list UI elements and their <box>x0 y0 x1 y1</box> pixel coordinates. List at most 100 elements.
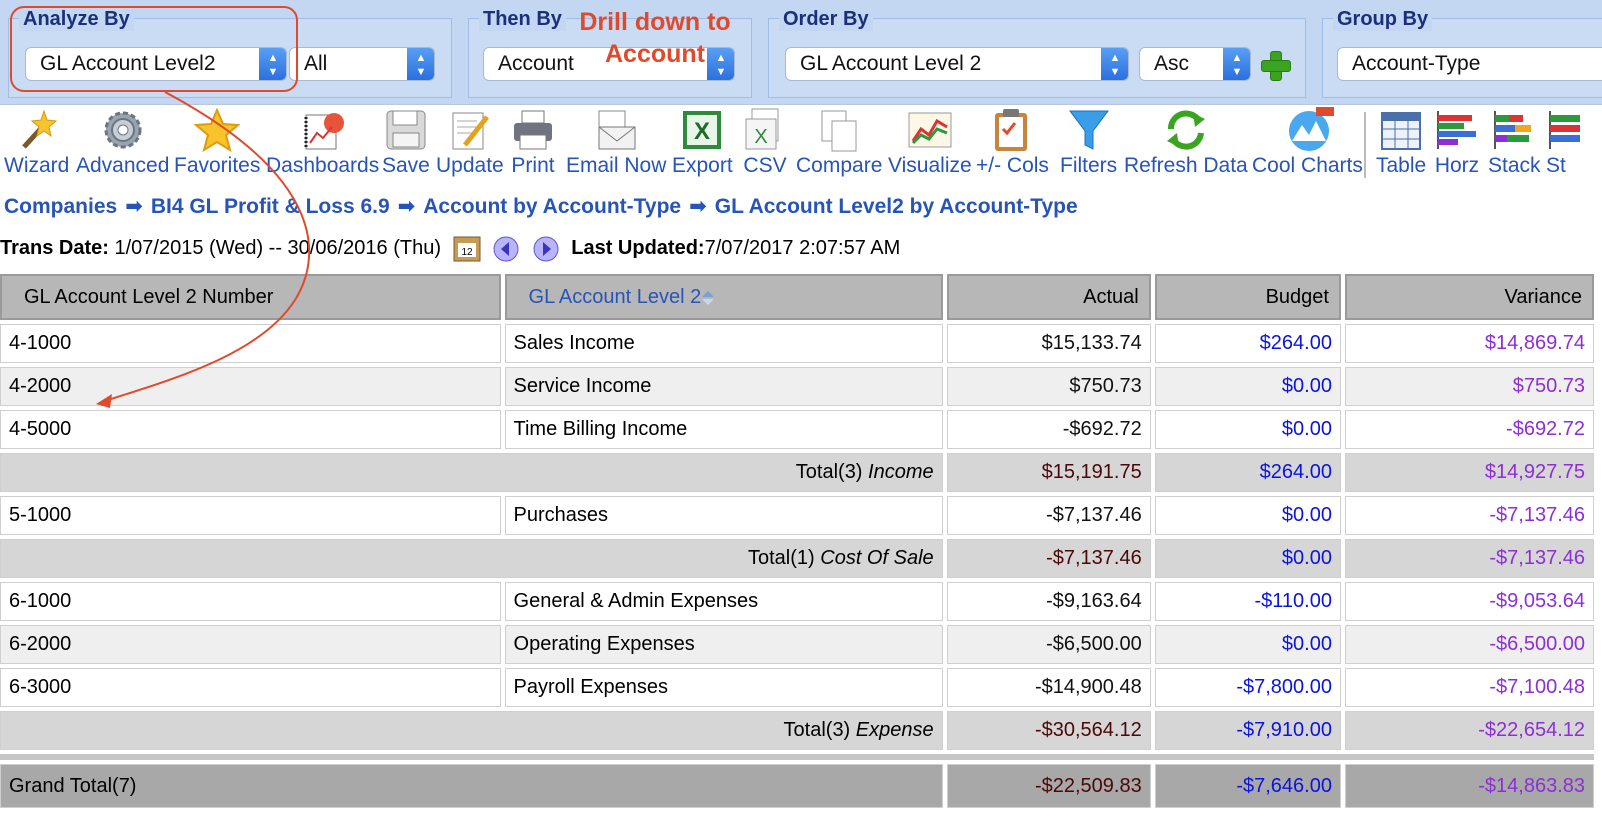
group-by-select[interactable]: Account-Type <box>1337 47 1602 81</box>
breadcrumb-companies[interactable]: Companies <box>4 195 117 218</box>
cell-account-name[interactable]: Service Income <box>504 367 943 406</box>
toolbar-update[interactable]: Update <box>436 107 504 179</box>
order-by-value: GL Account Level 2 <box>800 52 982 75</box>
table-row[interactable]: 5-1000 Purchases -$7,137.46 $0.00 -$7,13… <box>0 496 1594 535</box>
calendar-icon[interactable]: 12 <box>453 235 481 263</box>
group-by-label: Group By <box>1333 7 1433 31</box>
trans-date-range: 1/07/2015 (Wed) -- 30/06/2016 (Thu) <box>114 237 441 259</box>
top-control-bar: Analyze By GL Account Level2 ▲ ▼ All ▲ ▼ T… <box>0 0 1602 104</box>
toolbar-compare[interactable]: Compare <box>796 107 882 179</box>
group-by-value: Account-Type <box>1352 52 1481 75</box>
cell-account-number[interactable]: 4-2000 <box>0 367 501 406</box>
toolbar-label: Table <box>1376 154 1427 177</box>
toolbar-stack[interactable]: Stack <box>1488 107 1541 179</box>
table-row[interactable]: 4-2000 Service Income $750.73 $0.00 $750… <box>0 367 1594 406</box>
date-bar: Trans Date: 1/07/2015 (Wed) -- 30/06/201… <box>0 234 900 264</box>
last-updated-value: 7/07/2017 2:07:57 AM <box>704 237 901 259</box>
toolbar-label: +/- Cols <box>976 154 1049 177</box>
table-row[interactable]: 4-5000 Time Billing Income -$692.72 $0.0… <box>0 410 1594 449</box>
toolbar-export[interactable]: X Export <box>672 107 733 179</box>
toolbar-horz[interactable]: Horz <box>1434 107 1480 179</box>
cell-account-name[interactable]: General & Admin Expenses <box>504 582 943 621</box>
subtotal-actual: -$30,564.12 <box>946 711 1151 750</box>
toolbar-wizard[interactable]: Wizard <box>4 107 69 179</box>
cell-account-number[interactable]: 6-3000 <box>0 668 501 707</box>
toolbar-visualize[interactable]: Visualize <box>888 107 972 179</box>
analyze-filter-select[interactable]: All ▲ ▼ <box>289 47 435 81</box>
order-by-select[interactable]: GL Account Level 2 ▲ ▼ <box>785 47 1129 81</box>
table-row[interactable]: 6-2000 Operating Expenses -$6,500.00 $0.… <box>0 625 1594 664</box>
stacked-bar-icon <box>1491 107 1537 153</box>
toolbar-refresh-data[interactable]: Refresh Data <box>1124 107 1248 179</box>
subtotal-budget: $264.00 <box>1154 453 1341 492</box>
cell-account-number[interactable]: 4-1000 <box>0 324 501 363</box>
toolbar-email-now[interactable]: Email Now <box>566 107 666 179</box>
cell-budget: -$110.00 <box>1154 582 1341 621</box>
toolbar-label: Print <box>511 154 555 177</box>
cool-charts-icon <box>1284 107 1335 153</box>
breadcrumb-account-type[interactable]: Account by Account-Type <box>423 195 681 218</box>
toolbar-label: St <box>1546 154 1566 177</box>
cell-budget: $0.00 <box>1154 410 1341 449</box>
cell-actual: -$6,500.00 <box>946 625 1151 664</box>
toolbar-advanced[interactable]: Advanced <box>76 107 169 179</box>
cell-account-number[interactable]: 6-1000 <box>0 582 501 621</box>
header-budget[interactable]: Budget <box>1154 274 1341 320</box>
add-order-plus-icon[interactable] <box>1259 49 1291 81</box>
next-period-icon[interactable] <box>532 235 560 263</box>
cell-variance: -$6,500.00 <box>1344 625 1594 664</box>
toolbar-cols[interactable]: +/- Cols <box>976 107 1049 179</box>
cell-account-number[interactable]: 6-2000 <box>0 625 501 664</box>
cell-account-name[interactable]: Sales Income <box>504 324 943 363</box>
cell-account-number[interactable]: 5-1000 <box>0 496 501 535</box>
toolbar-print[interactable]: Print <box>510 107 556 179</box>
breadcrumb-current[interactable]: GL Account Level2 by Account-Type <box>715 195 1078 218</box>
updown-arrow-icon: ▲ ▼ <box>407 48 434 80</box>
header-account-name[interactable]: GL Account Level 2 <box>504 274 943 320</box>
header-actual[interactable]: Actual <box>946 274 1151 320</box>
sort-icon <box>701 289 715 306</box>
toolbar-label: Refresh Data <box>1124 154 1248 177</box>
cell-account-name[interactable]: Purchases <box>504 496 943 535</box>
header-variance[interactable]: Variance <box>1344 274 1594 320</box>
grand-total-variance: -$14,863.83 <box>1344 764 1594 808</box>
toolbar-cool-charts[interactable]: Cool Charts <box>1252 107 1363 179</box>
subtotal-group: Expense <box>855 719 934 741</box>
edit-icon <box>447 107 493 153</box>
arrow-right-icon: ➡ <box>125 195 143 218</box>
cell-variance: -$7,137.46 <box>1344 496 1594 535</box>
table-row[interactable]: 6-3000 Payroll Expenses -$14,900.48 -$7,… <box>0 668 1594 707</box>
subtotal-budget: $0.00 <box>1154 539 1341 578</box>
toolbar-label: Visualize <box>888 154 972 177</box>
horizontal-bar-icon <box>1434 107 1480 153</box>
toolbar-label: Stack <box>1488 154 1541 177</box>
previous-period-icon[interactable] <box>492 235 520 263</box>
table-row[interactable]: 6-1000 General & Admin Expenses -$9,163.… <box>0 582 1594 621</box>
subtotal-row: Total(1) Cost Of Sale -$7,137.46 $0.00 -… <box>0 539 1594 578</box>
table-row[interactable]: 4-1000 Sales Income $15,133.74 $264.00 $… <box>0 324 1594 363</box>
toolbar-csv[interactable]: X CSV <box>742 107 788 179</box>
toolbar-favorites[interactable]: Favorites <box>174 107 260 179</box>
grand-total-actual: -$22,509.83 <box>946 764 1151 808</box>
toolbar-dashboards[interactable]: Dashboards <box>266 107 379 179</box>
toolbar-save[interactable]: Save <box>382 107 430 179</box>
breadcrumb-report[interactable]: BI4 GL Profit & Loss 6.9 <box>151 195 390 218</box>
copy-icon <box>816 107 862 153</box>
toolbar-filters[interactable]: Filters <box>1060 107 1117 179</box>
cell-account-name[interactable]: Payroll Expenses <box>504 668 943 707</box>
toolbar-table[interactable]: Table <box>1376 107 1426 179</box>
cell-budget: $264.00 <box>1154 324 1341 363</box>
cell-budget: $0.00 <box>1154 367 1341 406</box>
sort-direction-select[interactable]: Asc ▲ ▼ <box>1139 47 1251 81</box>
grand-total-budget: -$7,646.00 <box>1154 764 1341 808</box>
toolbar-st[interactable]: St <box>1546 107 1602 179</box>
subtotal-count: Total(3) <box>783 719 851 741</box>
header-account-number[interactable]: GL Account Level 2 Number <box>0 274 501 320</box>
last-updated-label: Last Updated: <box>571 237 705 259</box>
cell-account-name[interactable]: Operating Expenses <box>504 625 943 664</box>
cell-account-name[interactable]: Time Billing Income <box>504 410 943 449</box>
cell-actual: $750.73 <box>946 367 1151 406</box>
cell-actual: -$9,163.64 <box>946 582 1151 621</box>
toolbar-label: Compare <box>796 154 883 177</box>
cell-account-number[interactable]: 4-5000 <box>0 410 501 449</box>
